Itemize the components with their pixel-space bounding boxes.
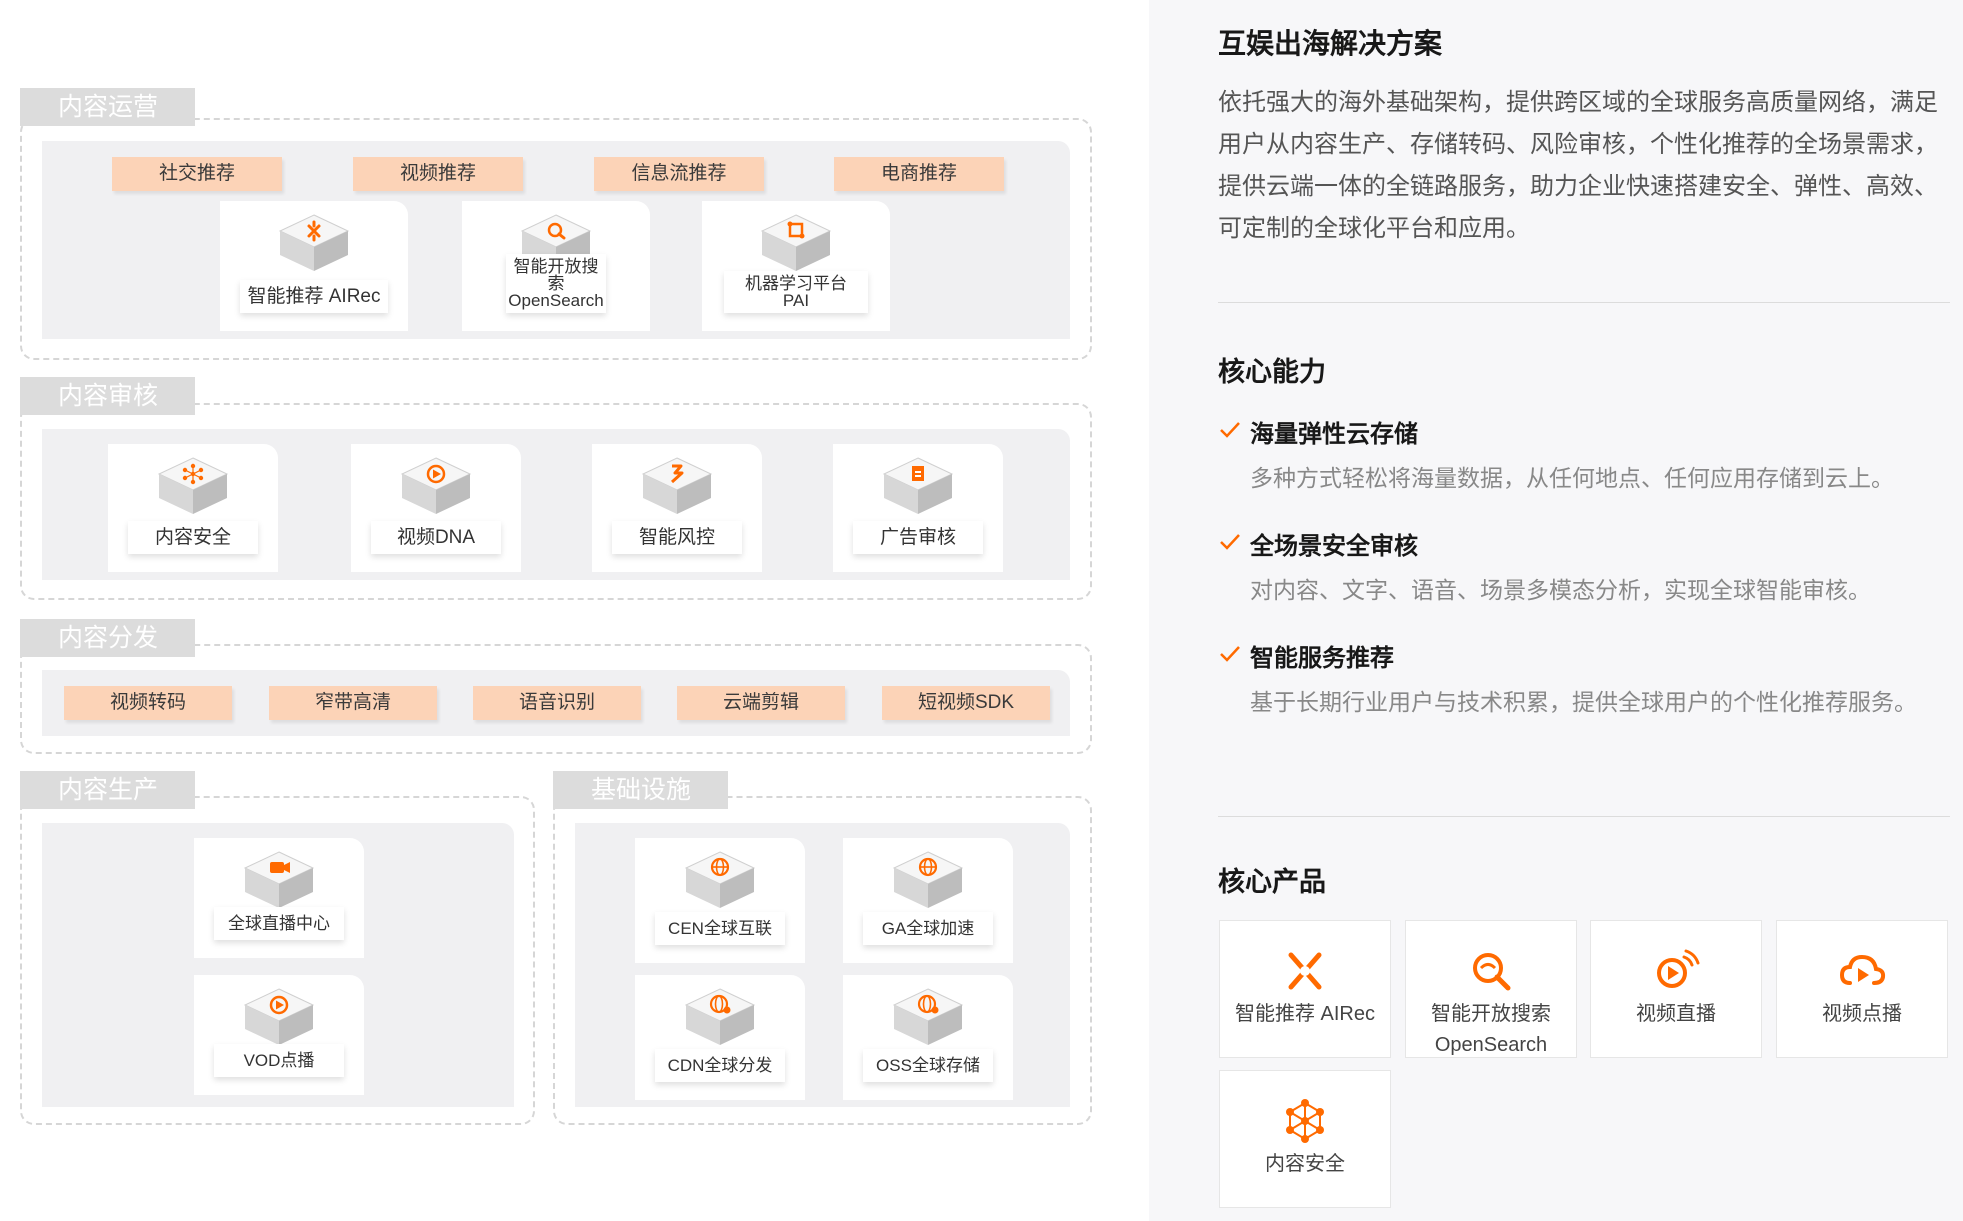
product-label-video-dna: 视频DNA	[371, 521, 501, 554]
network-icon	[157, 457, 229, 514]
product-label-line1: 智能开放搜索	[513, 257, 599, 293]
risk-control-icon	[641, 457, 713, 514]
capability-desc: 多种方式轻松将海量数据，从任何地点、任何应用存储到云上。	[1250, 465, 1894, 491]
content-review-title: 内容审核	[20, 377, 195, 415]
product-label-vod: VOD点播	[214, 1044, 344, 1077]
product-label-pai: 机器学习平台 PAI	[724, 271, 868, 313]
content-prod-title: 内容生产	[20, 771, 195, 809]
product-label-airec: 智能推荐 AIRec	[240, 280, 388, 313]
content-ops-title: 内容运营	[20, 88, 195, 126]
product-card-cen: CEN全球互联	[635, 838, 805, 963]
search-icon	[1473, 953, 1511, 991]
product-tile-airec[interactable]: 智能推荐 AIRec	[1219, 920, 1391, 1058]
product-label-line1: 机器学习平台	[745, 274, 847, 293]
product-label-oss: OSS全球存储	[863, 1049, 993, 1082]
content-dist-panel: 视频转码 窄带高清 语音识别 云端剪辑 短视频SDK	[42, 670, 1070, 736]
product-label-line2: PAI	[782, 291, 810, 310]
product-label-cdn: CDN全球分发	[655, 1049, 785, 1082]
product-card-pai: 机器学习平台 PAI	[702, 201, 890, 331]
product-tile-line1: 内容安全	[1265, 1153, 1345, 1175]
product-label-cen: CEN全球互联	[655, 912, 785, 945]
ad-review-icon	[882, 457, 954, 514]
product-label-line2: OpenSearch	[508, 291, 604, 310]
content-ops-panel: 社交推荐 视频推荐 信息流推荐 电商推荐 智能推荐 AIRec 智能开放搜索 O…	[42, 141, 1070, 339]
capability-title: 智能服务推荐	[1250, 645, 1394, 672]
capability-title: 海量弹性云存储	[1250, 421, 1418, 448]
product-card-opensearch: 智能开放搜索 OpenSearch	[462, 201, 650, 331]
product-card-content-security: 内容安全	[108, 444, 278, 572]
live-video-icon	[1657, 949, 1700, 988]
product-card-vod: VOD点播	[194, 975, 364, 1095]
globe-gear-icon	[892, 988, 964, 1045]
product-card-cdn: CDN全球分发	[635, 975, 805, 1100]
capability-desc: 基于长期行业用户与技术积累，提供全球用户的个性化推荐服务。	[1250, 689, 1917, 715]
product-tile-name: 视频直播	[1591, 999, 1761, 1030]
pai-icon	[760, 214, 832, 271]
check-icon	[1220, 422, 1240, 438]
capability-title: 全场景安全审核	[1250, 533, 1418, 560]
tag-feed-rec: 信息流推荐	[594, 157, 764, 191]
product-tile-vod[interactable]: 视频点播	[1776, 920, 1948, 1058]
globe-icon	[684, 851, 756, 908]
vod-icon	[243, 988, 315, 1045]
product-label-risk-control: 智能风控	[612, 521, 742, 554]
product-tile-line1: 视频直播	[1636, 1003, 1716, 1025]
check-icon	[1220, 646, 1240, 662]
product-card-airec: 智能推荐 AIRec	[220, 201, 408, 331]
tag-short-video-sdk: 短视频SDK	[882, 686, 1050, 720]
capabilities-title: 核心能力	[1218, 357, 1326, 387]
product-tile-line1: 智能开放搜索	[1431, 1003, 1551, 1025]
product-tile-live-video[interactable]: 视频直播	[1590, 920, 1762, 1058]
product-label-live-center: 全球直播中心	[214, 907, 344, 940]
product-tile-line1: 智能推荐 AIRec	[1234, 1003, 1376, 1025]
divider	[1218, 302, 1950, 303]
product-tile-line2: OpenSearch	[1434, 1034, 1548, 1056]
product-label-ga: GA全球加速	[863, 912, 993, 945]
solution-title: 互娱出海解决方案	[1218, 28, 1443, 59]
solution-description: 依托强大的海外基础架构，提供跨区域的全球服务高质量网络，满足用户从内容生产、存储…	[1218, 89, 1938, 242]
infra-title: 基础设施	[553, 771, 728, 809]
product-card-risk-control: 智能风控	[592, 444, 762, 572]
tag-ecommerce-rec: 电商推荐	[834, 157, 1004, 191]
product-tile-line1: 视频点播	[1822, 1003, 1902, 1025]
tag-cloud-editing: 云端剪辑	[677, 686, 845, 720]
product-card-live-center: 全球直播中心	[194, 838, 364, 958]
globe-icon	[892, 851, 964, 908]
airec-icon	[1288, 952, 1322, 990]
product-tile-content-security[interactable]: 内容安全	[1219, 1070, 1391, 1208]
tag-speech-recognition: 语音识别	[473, 686, 641, 720]
product-card-oss: OSS全球存储	[843, 975, 1013, 1100]
tag-video-rec: 视频推荐	[353, 157, 523, 191]
capability-desc: 对内容、文字、语音、场景多模态分析，实现全球智能审核。	[1250, 577, 1871, 603]
products-title: 核心产品	[1218, 867, 1326, 897]
product-tile-opensearch[interactable]: 智能开放搜索 OpenSearch	[1405, 920, 1577, 1058]
product-card-ad-review: 广告审核	[833, 444, 1003, 572]
tag-narrowband-hd: 窄带高清	[269, 686, 437, 720]
product-tile-name: 视频点播	[1777, 999, 1947, 1030]
infra-panel: CEN全球互联 GA全球加速 CDN全球分发 OSS全球存储	[575, 823, 1070, 1107]
content-review-panel: 内容安全 视频DNA 智能风控 广告审核	[42, 429, 1070, 580]
network-icon	[1286, 1099, 1324, 1143]
video-play-icon	[400, 457, 472, 514]
product-label-opensearch: 智能开放搜索 OpenSearch	[506, 254, 606, 313]
product-tile-name: 智能开放搜索 OpenSearch	[1406, 999, 1576, 1061]
tag-social-rec: 社交推荐	[112, 157, 282, 191]
product-tile-name: 智能推荐 AIRec	[1220, 999, 1390, 1030]
check-icon	[1220, 534, 1240, 550]
content-dist-title: 内容分发	[20, 619, 195, 657]
product-label-ad-review: 广告审核	[853, 521, 983, 554]
live-camera-icon	[243, 851, 315, 908]
product-card-ga: GA全球加速	[843, 838, 1013, 963]
product-tile-name: 内容安全	[1220, 1149, 1390, 1180]
airec-icon	[278, 214, 350, 271]
divider	[1218, 816, 1950, 817]
cloud-play-icon	[1839, 954, 1886, 985]
content-prod-panel: 全球直播中心 VOD点播	[42, 823, 514, 1107]
globe-gear-icon	[684, 988, 756, 1045]
product-card-video-dna: 视频DNA	[351, 444, 521, 572]
product-label-content-security: 内容安全	[128, 521, 258, 554]
tag-video-transcode: 视频转码	[64, 686, 232, 720]
